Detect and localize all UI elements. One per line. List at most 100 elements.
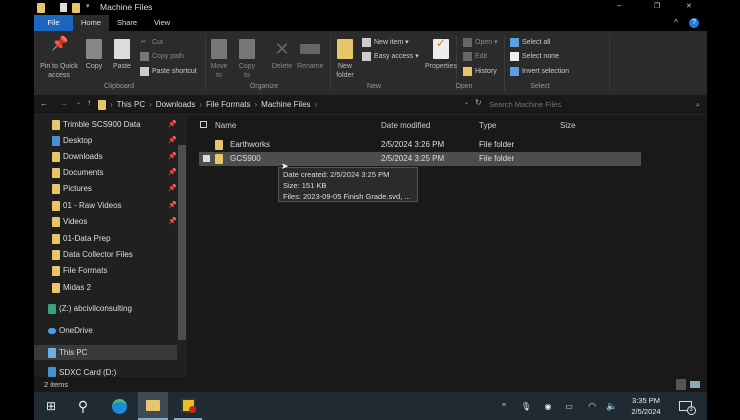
microphone-icon[interactable]: 🎙 — [520, 392, 532, 420]
paste-icon — [114, 39, 130, 59]
nav-label: Pictures — [63, 184, 92, 193]
easy-access-button[interactable]: Easy access ▾ — [362, 50, 419, 62]
nav-item-onedrive[interactable]: OneDrive — [48, 323, 173, 338]
properties-button[interactable]: ✓ Properties — [423, 37, 459, 71]
nav-item-file-formats[interactable]: File Formats — [52, 263, 177, 278]
nav-item-videos[interactable]: Videos 📌 — [52, 214, 177, 229]
select-all-checkbox[interactable] — [200, 121, 207, 128]
delete-button[interactable]: ✕ Delete — [269, 39, 295, 71]
paste-button[interactable]: Paste — [110, 39, 134, 71]
history-icon — [463, 66, 472, 76]
action-center-button[interactable]: 3 — [676, 392, 696, 420]
new-folder-qat-icon[interactable] — [72, 3, 80, 13]
minimize-button[interactable]: – — [617, 1, 621, 10]
file-type: File folder — [479, 140, 515, 149]
nav-item-z-drive[interactable]: (Z:) abcivilconsulting — [48, 301, 173, 316]
column-name[interactable]: Name — [215, 121, 236, 130]
start-button[interactable]: ⊞ — [40, 392, 62, 420]
qat-dropdown-icon[interactable]: ▾ — [86, 2, 90, 10]
nav-label: Downloads — [63, 152, 103, 161]
scrollbar-thumb[interactable] — [178, 145, 186, 340]
camera-icon[interactable]: ◉ — [542, 392, 554, 420]
nav-item-downloads[interactable]: Downloads 📌 — [52, 149, 177, 164]
close-button[interactable]: ✕ — [686, 2, 692, 10]
ribbon: 📌 Pin to Quick access Copy Paste ✂ Cut Cop… — [34, 31, 707, 95]
row-checkbox[interactable] — [203, 155, 210, 162]
folder-icon — [52, 265, 60, 276]
edit-button[interactable]: Edit — [463, 50, 487, 62]
history-button[interactable]: History — [463, 65, 497, 77]
open-button[interactable]: Open ▾ — [463, 36, 498, 48]
select-all-label: Select all — [522, 38, 551, 46]
large-icons-view-button[interactable] — [690, 381, 700, 388]
copy-button[interactable]: Copy — [83, 39, 105, 71]
show-hidden-icons-button[interactable]: ^ — [498, 392, 510, 420]
app-taskbar-icon[interactable] — [174, 392, 202, 420]
breadcrumb-this-pc[interactable]: This PC — [117, 100, 145, 109]
new-item-button[interactable]: New item ▾ — [362, 36, 409, 48]
videos-icon — [52, 216, 60, 227]
downloads-icon — [52, 151, 60, 162]
battery-icon[interactable]: ▭ — [562, 392, 576, 420]
select-all-button[interactable]: Select all — [510, 36, 550, 48]
paste-shortcut-button[interactable]: Paste shortcut — [140, 65, 197, 77]
nav-item-pictures[interactable]: Pictures 📌 — [52, 181, 177, 196]
copy-to-label: Copy to — [238, 63, 256, 79]
wifi-icon[interactable]: ◠ — [586, 392, 598, 420]
breadcrumb-file-formats[interactable]: File Formats — [206, 100, 250, 109]
nav-item-desktop[interactable]: Desktop 📌 — [52, 133, 177, 148]
new-folder-button[interactable]: New folder — [332, 39, 358, 80]
invert-selection-button[interactable]: Invert selection — [510, 65, 569, 77]
search-taskbar-icon[interactable]: ⚲ — [70, 392, 96, 420]
recent-locations-button[interactable]: ⌄ — [76, 99, 81, 106]
collapse-ribbon-icon[interactable]: ^ — [674, 18, 678, 27]
nav-item-documents[interactable]: Documents 📌 — [52, 165, 177, 180]
rename-button[interactable]: Rename — [297, 39, 323, 71]
move-to-button[interactable]: Move to — [208, 39, 230, 80]
volume-icon[interactable]: 🔈 — [606, 392, 618, 420]
help-icon[interactable]: ? — [689, 18, 699, 28]
copy-path-button[interactable]: Copy path — [140, 50, 184, 62]
nav-item-this-pc[interactable]: This PC — [34, 345, 177, 360]
nav-item-raw-videos[interactable]: 01 - Raw Videos 📌 — [52, 198, 177, 213]
pin-icon: 📌 — [51, 35, 69, 51]
edge-taskbar-icon[interactable] — [106, 392, 132, 420]
nav-item-sdxc-card[interactable]: SDXC Card (D:) — [48, 367, 173, 377]
tab-file[interactable]: File — [34, 15, 73, 31]
column-type[interactable]: Type — [479, 121, 496, 130]
breadcrumb-downloads[interactable]: Downloads — [156, 100, 196, 109]
nav-item-data-prep[interactable]: 01-Data Prep — [52, 231, 177, 246]
cut-button[interactable]: ✂ Cut — [140, 36, 163, 48]
properties-qat-icon[interactable] — [60, 3, 67, 12]
pin-quick-access-button[interactable]: 📌 Pin to Quick access — [37, 35, 81, 80]
address-bar[interactable]: › This PC › Downloads › File Formats › Machi… — [98, 97, 476, 112]
file-row-gcs900[interactable]: GCS900 2/5/2024 3:25 PM File folder — [199, 152, 641, 166]
up-button[interactable]: ↑ — [87, 98, 91, 107]
nav-label: (Z:) abcivilconsulting — [59, 304, 132, 313]
file-explorer-taskbar-icon[interactable] — [138, 392, 168, 420]
select-group-label: Select — [530, 83, 550, 90]
column-size[interactable]: Size — [560, 121, 576, 130]
tab-home[interactable]: Home — [73, 15, 109, 31]
clock[interactable]: 3:35 PM 2/5/2024 — [626, 392, 666, 420]
forward-button[interactable]: → — [60, 99, 68, 108]
tab-share[interactable]: Share — [111, 15, 143, 31]
column-date-modified[interactable]: Date modified — [381, 121, 430, 130]
select-none-button[interactable]: Select none — [510, 50, 559, 62]
search-input[interactable]: Search Machine Files ⌕ — [486, 97, 703, 112]
maximize-button[interactable]: ❐ — [654, 2, 660, 10]
nav-scrollbar[interactable] — [177, 115, 187, 377]
breadcrumb-machine-files[interactable]: Machine Files — [261, 100, 310, 109]
details-view-button[interactable] — [676, 379, 686, 390]
nav-item-data-collector-files[interactable]: Data Collector Files — [52, 247, 177, 262]
file-row-earthworks[interactable]: Earthworks 2/5/2024 3:26 PM File folder — [199, 138, 641, 152]
copy-to-button[interactable]: Copy to — [236, 39, 258, 80]
ribbon-tabs: File Home Share View ^ ? — [34, 15, 707, 31]
address-dropdown-icon[interactable]: ⌄ — [464, 99, 469, 106]
nav-item-midas-2[interactable]: Midas 2 — [52, 280, 177, 295]
tab-view[interactable]: View — [146, 15, 178, 31]
nav-item-trimble-scs900-data[interactable]: Trimble SCS900 Data 📌 — [52, 117, 177, 132]
pin-icon: 📌 — [168, 153, 177, 160]
refresh-icon[interactable]: ↻ — [475, 98, 482, 107]
back-button[interactable]: ← — [40, 99, 48, 108]
